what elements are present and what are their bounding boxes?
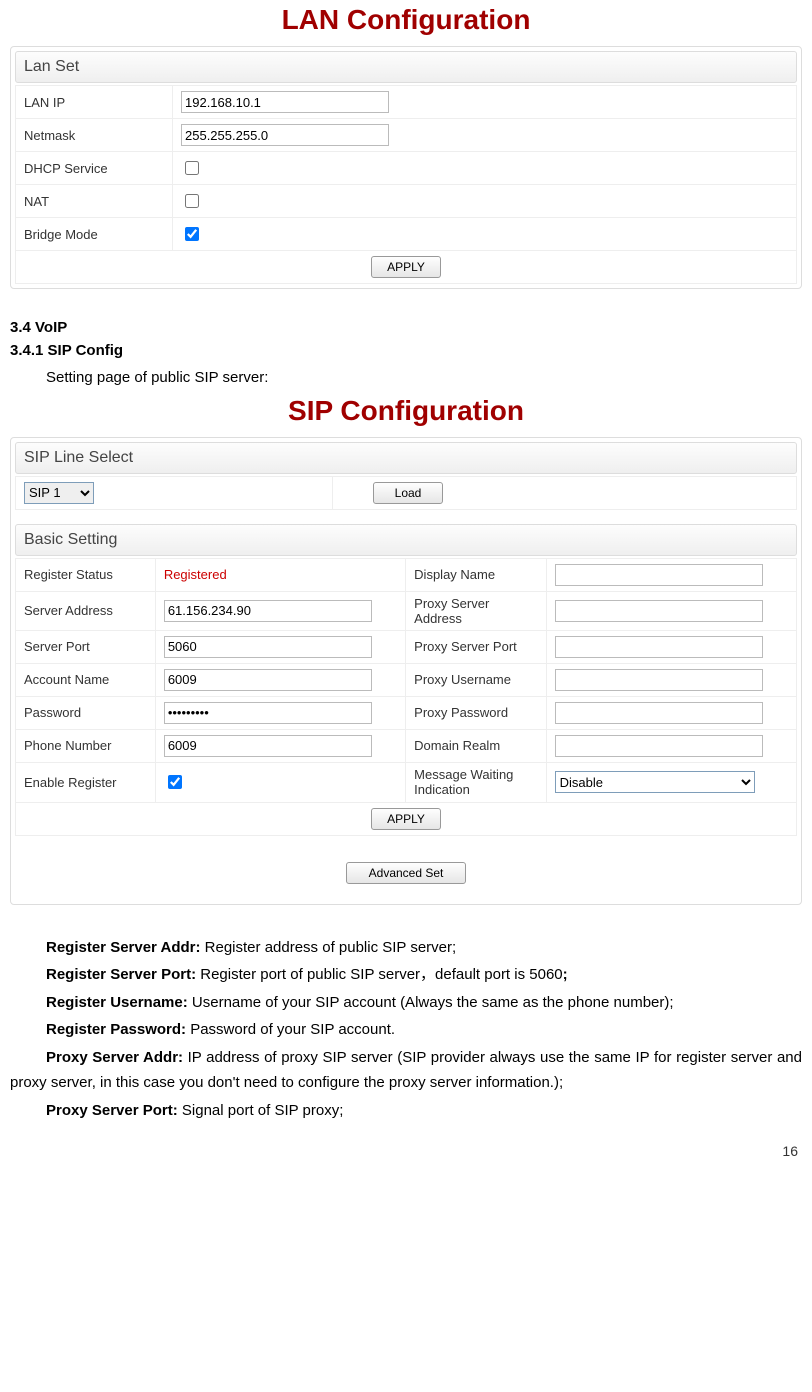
table-row: NAT bbox=[16, 185, 797, 218]
proxy-server-port-label: Proxy Server Port bbox=[406, 630, 546, 663]
reg-username-b: Register Username: bbox=[46, 994, 188, 1011]
section-3-4-1-heading: 3.4.1 SIP Config bbox=[10, 342, 802, 359]
proxy-server-port-input[interactable] bbox=[555, 636, 763, 658]
reg-username-t: Username of your SIP account (Always the… bbox=[188, 994, 674, 1011]
enable-register-checkbox[interactable] bbox=[168, 775, 182, 789]
table-row: LAN IP bbox=[16, 86, 797, 119]
table-row: Server Address Proxy Server Address bbox=[16, 591, 797, 630]
lan-ip-input[interactable] bbox=[181, 91, 389, 113]
reg-password-t: Password of your SIP account. bbox=[186, 1021, 395, 1038]
table-row: Phone Number Domain Realm bbox=[16, 729, 797, 762]
reg-password-b: Register Password: bbox=[46, 1021, 186, 1038]
dhcp-checkbox[interactable] bbox=[185, 161, 199, 175]
phone-number-input[interactable] bbox=[164, 735, 372, 757]
table-row: APPLY bbox=[16, 802, 797, 835]
reg-server-port-semi: ; bbox=[563, 966, 568, 983]
dhcp-label: DHCP Service bbox=[16, 152, 173, 185]
sip-line-select[interactable]: SIP 1 bbox=[24, 482, 94, 504]
account-name-label: Account Name bbox=[16, 663, 156, 696]
lan-ip-label: LAN IP bbox=[16, 86, 173, 119]
reg-server-port-t: Register port of public SIP server，defau… bbox=[196, 966, 563, 983]
table-row: Register Status Registered Display Name bbox=[16, 558, 797, 591]
proxy-server-address-label: Proxy Server Address bbox=[406, 591, 546, 630]
server-address-label: Server Address bbox=[16, 591, 156, 630]
domain-realm-input[interactable] bbox=[555, 735, 763, 757]
lan-panel: Lan Set LAN IP Netmask DHCP Service NAT … bbox=[10, 46, 802, 289]
table-row: Password Proxy Password bbox=[16, 696, 797, 729]
advanced-set-button[interactable]: Advanced Set bbox=[346, 862, 466, 884]
proxy-username-label: Proxy Username bbox=[406, 663, 546, 696]
server-port-label: Server Port bbox=[16, 630, 156, 663]
proxy-server-addr-b: Proxy Server Addr: bbox=[46, 1049, 183, 1066]
sip-line-table: SIP 1 Load bbox=[15, 476, 797, 510]
proxy-server-port-t: Signal port of SIP proxy; bbox=[178, 1102, 344, 1119]
display-name-label: Display Name bbox=[406, 558, 546, 591]
page-number: 16 bbox=[10, 1143, 798, 1159]
sip-line-select-header: SIP Line Select bbox=[15, 442, 797, 474]
proxy-password-label: Proxy Password bbox=[406, 696, 546, 729]
nat-checkbox[interactable] bbox=[185, 194, 199, 208]
nat-label: NAT bbox=[16, 185, 173, 218]
password-input[interactable] bbox=[164, 702, 372, 724]
account-name-input[interactable] bbox=[164, 669, 372, 691]
sip-apply-button[interactable]: APPLY bbox=[371, 808, 441, 830]
enable-register-label: Enable Register bbox=[16, 762, 156, 802]
proxy-server-address-input[interactable] bbox=[555, 600, 763, 622]
bridge-checkbox[interactable] bbox=[185, 227, 199, 241]
lan-set-header: Lan Set bbox=[15, 51, 797, 83]
mwi-label: Message Waiting Indication bbox=[406, 762, 546, 802]
description-block: Register Server Addr: Register address o… bbox=[10, 935, 802, 1124]
lan-config-title: LAN Configuration bbox=[10, 4, 802, 36]
table-row: Bridge Mode bbox=[16, 218, 797, 251]
lan-form-table: LAN IP Netmask DHCP Service NAT Bridge M… bbox=[15, 85, 797, 284]
lan-apply-button[interactable]: APPLY bbox=[371, 256, 441, 278]
proxy-username-input[interactable] bbox=[555, 669, 763, 691]
basic-setting-table: Register Status Registered Display Name … bbox=[15, 558, 797, 836]
table-row: SIP 1 Load bbox=[16, 476, 797, 509]
table-row: Netmask bbox=[16, 119, 797, 152]
reg-server-port-b: Register Server Port: bbox=[46, 966, 196, 983]
sip-panel: SIP Line Select SIP 1 Load Basic Setting… bbox=[10, 437, 802, 905]
reg-server-addr-t: Register address of public SIP server; bbox=[201, 939, 457, 956]
register-status-label: Register Status bbox=[16, 558, 156, 591]
table-row: APPLY bbox=[16, 251, 797, 284]
proxy-server-port-b: Proxy Server Port: bbox=[46, 1102, 178, 1119]
netmask-input[interactable] bbox=[181, 124, 389, 146]
load-button[interactable]: Load bbox=[373, 482, 443, 504]
reg-server-addr-b: Register Server Addr: bbox=[46, 939, 201, 956]
bridge-label: Bridge Mode bbox=[16, 218, 173, 251]
phone-number-label: Phone Number bbox=[16, 729, 156, 762]
sip-config-title: SIP Configuration bbox=[10, 395, 802, 427]
sip-setting-intro: Setting page of public SIP server: bbox=[10, 365, 802, 391]
proxy-password-input[interactable] bbox=[555, 702, 763, 724]
domain-realm-label: Domain Realm bbox=[406, 729, 546, 762]
basic-setting-header: Basic Setting bbox=[15, 524, 797, 556]
section-3-4-heading: 3.4 VoIP bbox=[10, 319, 802, 336]
password-label: Password bbox=[16, 696, 156, 729]
server-address-input[interactable] bbox=[164, 600, 372, 622]
register-status-value: Registered bbox=[164, 567, 227, 582]
mwi-select[interactable]: Disable bbox=[555, 771, 755, 793]
table-row: Enable Register Message Waiting Indicati… bbox=[16, 762, 797, 802]
table-row: DHCP Service bbox=[16, 152, 797, 185]
netmask-label: Netmask bbox=[16, 119, 173, 152]
display-name-input[interactable] bbox=[555, 564, 763, 586]
table-row: Account Name Proxy Username bbox=[16, 663, 797, 696]
server-port-input[interactable] bbox=[164, 636, 372, 658]
table-row: Server Port Proxy Server Port bbox=[16, 630, 797, 663]
